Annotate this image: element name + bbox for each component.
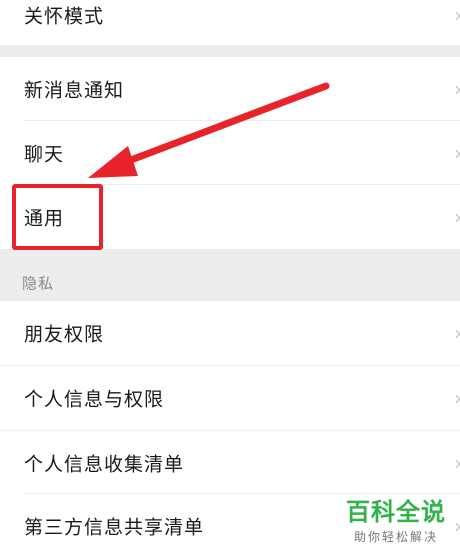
chevron-right-icon: › <box>454 77 460 101</box>
settings-row-label: 个人信息与权限 <box>24 388 165 411</box>
settings-row-friend-permissions[interactable]: 朋友权限 › <box>0 301 460 365</box>
settings-row-label: 朋友权限 <box>24 323 105 346</box>
chevron-right-icon: › <box>454 321 460 345</box>
settings-row-personal-info-collection-list[interactable]: 个人信息收集清单 › <box>0 431 460 495</box>
settings-row-label: 第三方信息共享清单 <box>24 516 205 539</box>
chevron-right-icon: › <box>454 451 460 475</box>
settings-row-personal-info-permissions[interactable]: 个人信息与权限 › <box>0 366 460 430</box>
chevron-right-icon: › <box>454 514 460 538</box>
settings-row-label: 新消息通知 <box>24 79 125 102</box>
chevron-right-icon: › <box>454 3 460 27</box>
section-header-privacy: 隐私 <box>0 259 460 307</box>
settings-row-label: 关怀模式 <box>24 5 105 28</box>
red-highlight-box <box>12 184 103 250</box>
settings-row-label: 聊天 <box>24 143 65 166</box>
chevron-right-icon: › <box>454 205 460 229</box>
settings-row-chat[interactable]: 聊天 › <box>0 121 460 185</box>
chevron-right-icon: › <box>454 141 460 165</box>
chevron-right-icon: › <box>454 386 460 410</box>
settings-row-new-message-notification[interactable]: 新消息通知 › <box>0 57 460 121</box>
settings-row-label: 个人信息收集清单 <box>24 453 185 476</box>
watermark-subtitle: 助你轻松解决 <box>353 530 438 544</box>
section-header-label: 隐私 <box>22 274 55 293</box>
settings-row-care-mode[interactable]: 关怀模式 › <box>0 0 460 45</box>
watermark-logo: 百科全说 助你轻松解决 <box>346 498 446 545</box>
watermark-title: 百科全说 <box>346 498 446 526</box>
